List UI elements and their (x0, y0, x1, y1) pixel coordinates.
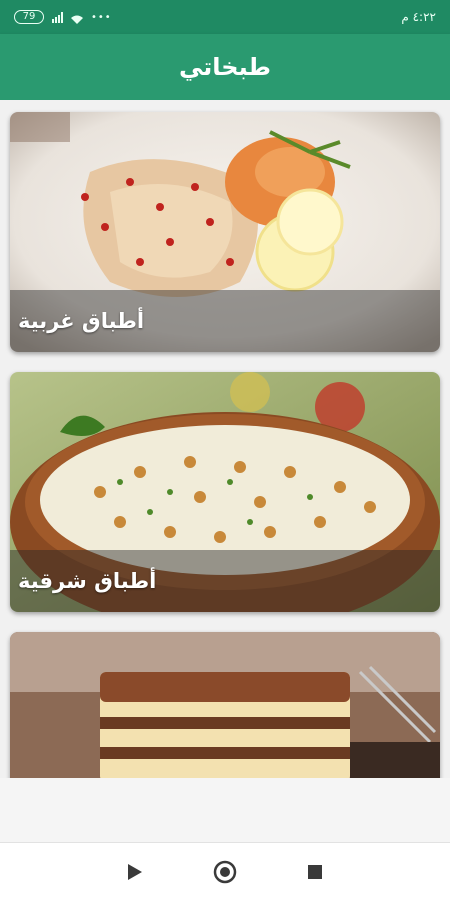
category-title: أطباق شرقية (18, 569, 157, 593)
category-card-eastern[interactable]: أطباق شرقية (10, 372, 440, 612)
category-label-bar: أطباق غربية (10, 290, 440, 352)
system-navigation-bar (0, 842, 450, 900)
status-bar: 79 ••• ٤:٢٢ م (0, 0, 450, 34)
app-bar: طبخاتي (0, 34, 450, 100)
category-label-bar: أطباق شرقية (10, 550, 440, 612)
square-recents-icon[interactable] (300, 857, 330, 887)
wifi-icon (71, 13, 83, 24)
signal-icon (52, 11, 63, 23)
list-bottom-space (0, 778, 450, 842)
play-triangle-icon[interactable] (120, 857, 150, 887)
more-notifications-icon: ••• (91, 11, 112, 23)
app-title: طبخاتي (178, 53, 271, 81)
battery-indicator: 79 (14, 10, 44, 24)
category-list[interactable]: أطباق غربية أطباق شرقية (0, 100, 450, 812)
status-time: ٤:٢٢ م (401, 10, 436, 24)
status-indicators: 79 ••• (14, 10, 112, 24)
category-title: أطباق غربية (18, 309, 145, 333)
category-card-western[interactable]: أطباق غربية (10, 112, 440, 352)
circle-home-icon[interactable] (210, 857, 240, 887)
